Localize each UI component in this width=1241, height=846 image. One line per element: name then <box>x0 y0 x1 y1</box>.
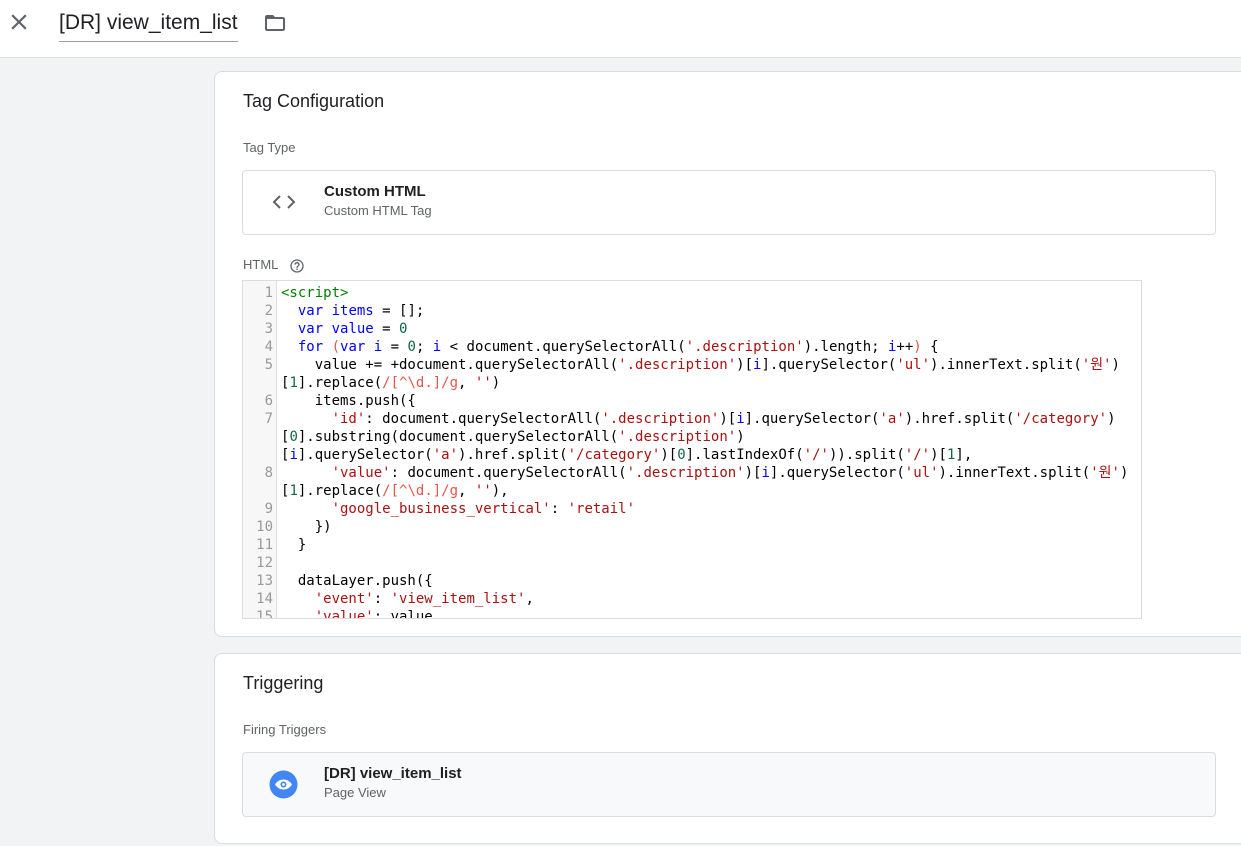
code-line[interactable]: 5 value += +document.querySelectorAll('.… <box>265 356 1141 392</box>
code-line[interactable]: 7 'id': document.querySelectorAll('.desc… <box>265 410 1141 464</box>
code-line-text: 'event': 'view_item_list', <box>314 591 534 607</box>
card-title: Triggering <box>243 673 324 693</box>
code-line[interactable]: 6 items.push({ <box>265 392 1141 410</box>
line-number: 12 <box>256 555 273 571</box>
code-line[interactable]: 1 <script> <box>265 284 1141 302</box>
tag-type-selector[interactable]: Custom HTML Custom HTML Tag <box>242 170 1216 235</box>
line-number: 11 <box>256 537 273 553</box>
line-number: 5 <box>264 357 273 373</box>
folder-icon <box>265 15 285 31</box>
code-line-text: var value = 0 <box>297 321 408 337</box>
code-line[interactable]: 12 <box>256 554 1141 572</box>
close-icon <box>11 14 27 30</box>
code-line-text: 'google_business_vertical': 'retail' <box>331 501 636 517</box>
code-line-text: 'value': value, <box>314 609 442 619</box>
html-code-editor[interactable]: 1 <script> 2 var items = []; 3 var value = … <box>242 280 1142 619</box>
line-number: 7 <box>264 411 273 427</box>
line-number: 9 <box>264 501 273 517</box>
code-line[interactable]: 14 'event': 'view_item_list', <box>256 590 1141 608</box>
line-number: 3 <box>264 321 273 337</box>
code-line-text: 'value': document.querySelectorAll('.des… <box>281 465 1129 499</box>
triggering-card: Triggering Firing Triggers [DR] view_ite… <box>214 653 1241 844</box>
trigger-name: [DR] view_item_list <box>324 765 462 782</box>
html-label: HTML <box>243 257 279 272</box>
eye-icon <box>269 770 298 799</box>
code-line[interactable]: 4 for (var i = 0; i < document.querySele… <box>265 338 1141 356</box>
code-line[interactable]: 9 'google_business_vertical': 'retail' <box>265 500 1141 518</box>
code-line-text: }) <box>281 519 332 535</box>
code-line-text: for (var i = 0; i < document.querySelect… <box>297 339 939 355</box>
code-content[interactable]: 1 <script> 2 var items = []; 3 var value = … <box>256 284 1141 619</box>
line-number: 4 <box>264 339 273 355</box>
code-line[interactable]: 3 var value = 0 <box>265 320 1141 338</box>
code-line-text: var items = []; <box>297 303 425 319</box>
code-line[interactable]: 13 dataLayer.push({ <box>256 572 1141 590</box>
card-title: Tag Configuration <box>243 91 385 111</box>
tag-type-description: Custom HTML Tag <box>324 203 432 218</box>
close-button[interactable] <box>6 9 32 35</box>
tag-type-name: Custom HTML <box>324 183 426 200</box>
line-number: 15 <box>256 609 273 619</box>
tag-type-label: Tag Type <box>243 140 296 155</box>
line-number: 8 <box>264 465 273 481</box>
code-line-text: 'id': document.querySelectorAll('.descri… <box>281 411 1116 463</box>
code-line[interactable]: 11 } <box>256 536 1141 554</box>
tag-configuration-card: Tag Configuration Tag Type Custom HTML C… <box>214 71 1241 637</box>
code-line-text: value += +document.querySelectorAll('.de… <box>281 357 1120 391</box>
code-line-text: dataLayer.push({ <box>281 573 433 589</box>
line-number: 2 <box>264 303 273 319</box>
firing-triggers-label: Firing Triggers <box>243 722 327 737</box>
line-number: 13 <box>256 573 273 589</box>
help-icon[interactable] <box>289 258 305 274</box>
line-number: 1 <box>264 285 273 301</box>
folder-button[interactable] <box>262 11 288 35</box>
code-line[interactable]: 15 'value': value, <box>256 608 1141 619</box>
code-line[interactable]: 10 }) <box>256 518 1141 536</box>
firing-trigger-item[interactable]: [DR] view_item_list Page View <box>242 752 1216 817</box>
line-number: 14 <box>256 591 273 607</box>
top-bar: [DR] view_item_list <box>0 0 1241 58</box>
line-number: 6 <box>264 393 273 409</box>
trigger-type: Page View <box>324 785 386 800</box>
line-number: 10 <box>256 519 273 535</box>
code-line-text: items.push({ <box>281 393 416 409</box>
tag-name-input[interactable]: [DR] view_item_list <box>59 8 238 42</box>
code-line-text: } <box>281 537 307 553</box>
code-line[interactable]: 2 var items = []; <box>265 302 1141 320</box>
code-icon <box>272 195 296 209</box>
code-line-text: <script> <box>281 285 349 301</box>
code-line[interactable]: 8 'value': document.querySelectorAll('.d… <box>265 464 1141 500</box>
